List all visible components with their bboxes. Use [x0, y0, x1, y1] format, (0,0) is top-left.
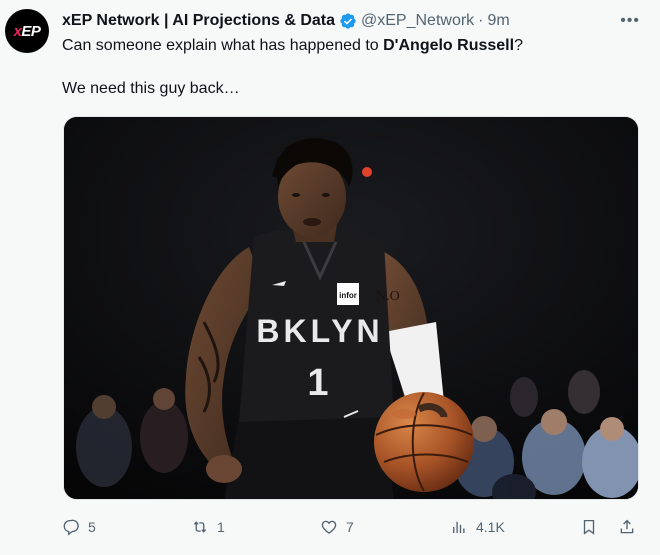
separator: · — [478, 12, 484, 29]
like-count: 7 — [346, 519, 354, 535]
views-icon — [453, 521, 465, 533]
arm-tattoo: N.O — [376, 289, 400, 304]
retweet-count: 1 — [217, 519, 225, 535]
tweet-line-1: Can someone explain what has happened to… — [62, 37, 523, 54]
jersey-number: 1 — [307, 362, 328, 404]
basketball-player-photo: BKLYN 1 infor N.O — [64, 117, 638, 499]
more-options-button[interactable]: ••• — [620, 12, 640, 30]
tweet-photo[interactable]: BKLYN 1 infor N.O — [63, 116, 639, 500]
timestamp[interactable]: 9m — [488, 12, 510, 30]
like-button[interactable]: 7 — [320, 518, 354, 536]
verified-badge-icon — [340, 13, 356, 29]
bookmark-button[interactable] — [580, 518, 598, 536]
author-handle[interactable]: @xEP_Network — [361, 12, 474, 30]
jersey-text: BKLYN — [256, 313, 383, 349]
bookmark-icon — [583, 519, 595, 535]
jersey-patch: infor — [339, 291, 357, 300]
avatar[interactable]: xEP — [5, 9, 49, 53]
view-count: 4.1K — [476, 519, 505, 535]
bold-name: D'Angelo Russell — [383, 37, 515, 54]
avatar-logo: xEP — [13, 22, 41, 40]
reply-button[interactable]: 5 — [62, 518, 96, 536]
reply-icon — [63, 519, 79, 536]
author-name[interactable]: xEP Network | AI Projections & Data — [62, 12, 335, 30]
views-button[interactable]: 4.1K — [450, 518, 505, 536]
tweet[interactable]: xEP xEP Network | AI Projections & Data … — [0, 0, 660, 555]
retweet-button[interactable]: 1 — [191, 518, 225, 536]
tweet-header: xEP Network | AI Projections & Data @xEP… — [62, 10, 636, 32]
retweet-icon — [193, 521, 207, 533]
tweet-text: Can someone explain what has happened to… — [62, 35, 640, 100]
action-bar: 5 1 7 4.1K — [62, 514, 642, 540]
heart-icon — [321, 520, 337, 534]
share-icon — [620, 519, 634, 534]
reply-count: 5 — [88, 519, 96, 535]
tweet-line-2: We need this guy back… — [62, 80, 240, 97]
share-button[interactable] — [618, 518, 636, 536]
